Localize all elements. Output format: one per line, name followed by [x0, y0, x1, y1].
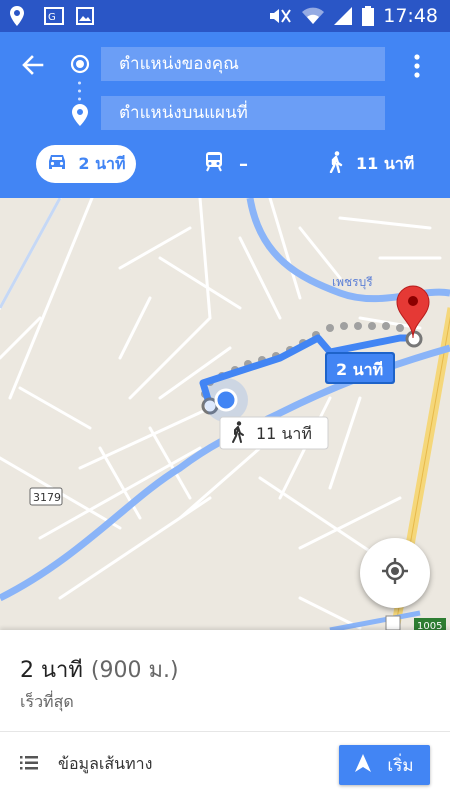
- walk-icon: [328, 151, 344, 177]
- location-icon: [10, 6, 24, 26]
- directions-header: ตำแหน่งของคุณ ตำแหน่งบนแผนที่ 2 นาที – 1…: [0, 32, 450, 198]
- route-end-marker: [405, 330, 423, 348]
- highway-shield-label: 1005: [417, 621, 442, 630]
- origin-dot-icon: [70, 54, 90, 78]
- tab-walk[interactable]: 11 นาที: [328, 145, 414, 183]
- signal-icon: [334, 6, 354, 26]
- my-location-button[interactable]: [360, 538, 430, 608]
- route-subtitle: เร็วที่สุด: [20, 692, 74, 711]
- wifi-icon: [302, 6, 324, 26]
- gallery-icon: [76, 6, 94, 26]
- drive-callout-label: 2 นาที: [336, 360, 383, 379]
- route-duration: 2 นาที: [20, 658, 83, 683]
- status-bar: G 17:48: [0, 0, 450, 32]
- route-summary-panel: 2 นาที (900 ม.) เร็วที่สุด ข้อมูลเส้นทาง …: [0, 630, 450, 800]
- panel-divider: [0, 731, 450, 732]
- route-distance: (900 ม.): [90, 658, 179, 683]
- transit-duration: –: [239, 153, 248, 175]
- route-connector: [78, 80, 81, 104]
- battery-icon: [362, 6, 374, 26]
- my-location-dot: [214, 388, 238, 412]
- start-navigation-button[interactable]: เริ่ม: [339, 745, 430, 785]
- car-icon: [46, 153, 68, 175]
- walk-duration: 11 นาที: [356, 153, 415, 173]
- drive-duration: 2 นาที: [78, 153, 126, 173]
- status-time: 17:48: [383, 5, 438, 27]
- travel-mode-tabs: 2 นาที – 11 นาที: [0, 142, 450, 186]
- photo-icon: G: [44, 6, 64, 26]
- origin-field[interactable]: ตำแหน่งของคุณ: [101, 47, 385, 81]
- train-icon: [205, 151, 223, 177]
- start-label: เริ่ม: [387, 755, 414, 776]
- mute-icon: [268, 6, 292, 26]
- tab-transit[interactable]: –: [205, 145, 248, 183]
- destination-field[interactable]: ตำแหน่งบนแผนที่: [101, 96, 385, 130]
- walk-route-callout: 11 นาที: [219, 416, 329, 450]
- navigation-arrow-icon: [355, 753, 372, 777]
- drive-route-callout: 2 นาที: [325, 352, 395, 384]
- route-summary: 2 นาที (900 ม.): [20, 652, 179, 687]
- crosshair-icon: [381, 557, 409, 589]
- river-label: เพชรบุรี: [332, 275, 373, 290]
- svg-text:G: G: [48, 12, 56, 23]
- tab-drive[interactable]: 2 นาที: [36, 145, 136, 183]
- more-options-icon[interactable]: [410, 52, 424, 80]
- destination-pin-icon: [72, 104, 88, 130]
- steps-button[interactable]: ข้อมูลเส้นทาง: [20, 752, 152, 777]
- list-icon: [20, 755, 38, 774]
- steps-label: ข้อมูลเส้นทาง: [58, 754, 153, 773]
- back-arrow-icon[interactable]: [18, 50, 48, 80]
- road-shield-label: 3179: [33, 491, 61, 504]
- walk-callout-label: 11 นาที: [256, 424, 312, 443]
